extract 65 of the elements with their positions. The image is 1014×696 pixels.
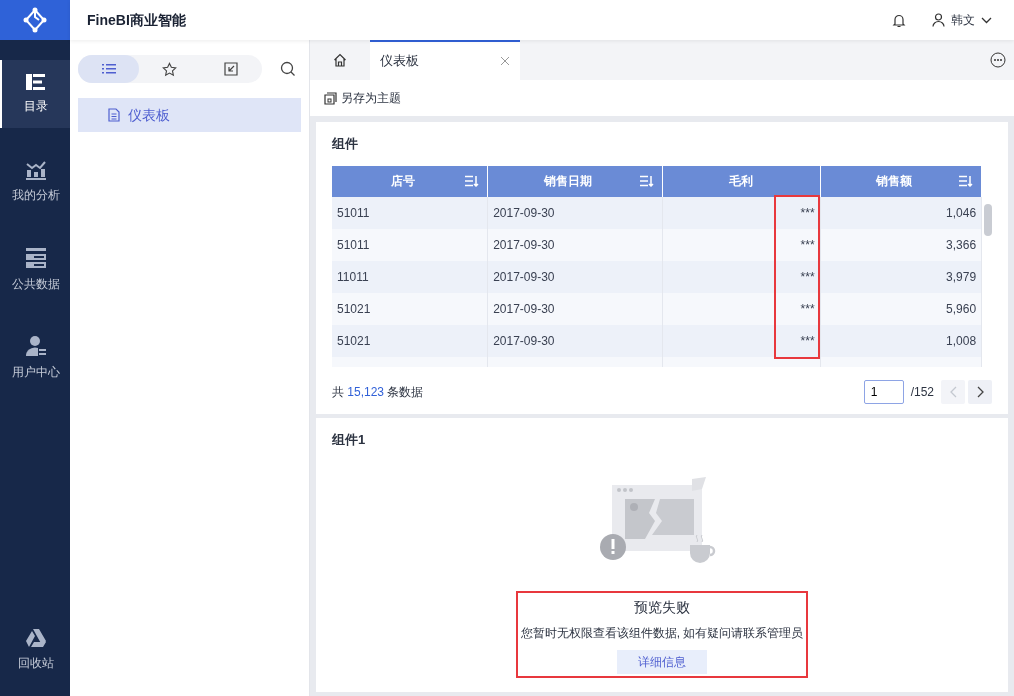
- table-cell: 1,008: [946, 333, 977, 348]
- search-icon[interactable]: [280, 61, 296, 77]
- user-icon: [932, 13, 945, 27]
- table-cell: 2017-09-30: [493, 301, 555, 316]
- nav-item[interactable]: 公共数据: [0, 236, 70, 304]
- table-cell: 2017-09-30: [493, 333, 555, 348]
- nav-item[interactable]: 我的分析: [0, 148, 70, 216]
- error-title: 预览失败: [633, 598, 691, 617]
- table-cell: ***: [800, 333, 815, 348]
- sort-icon[interactable]: [465, 175, 480, 187]
- app-title: FineBI商业智能: [87, 10, 186, 30]
- list-icon: [25, 73, 47, 91]
- table-cell: ***: [800, 269, 815, 284]
- table-cell: 51011: [337, 237, 370, 252]
- user-name: 韩文: [951, 12, 975, 29]
- bell-icon[interactable]: [892, 12, 906, 28]
- nav-item[interactable]: 回收站: [0, 616, 70, 684]
- table-cell: 5,960: [946, 301, 977, 316]
- triangle-logo-icon: [25, 628, 47, 648]
- sort-icon[interactable]: [959, 175, 974, 187]
- save-as-theme-button[interactable]: 另存为主题: [324, 89, 401, 107]
- chevron-down-icon: [981, 16, 992, 24]
- tab[interactable]: 仪表板: [370, 40, 520, 80]
- nav-item[interactable]: 用户中心: [0, 324, 70, 392]
- table-cell: ***: [800, 301, 815, 316]
- error-message: 您暂时无权限查看该组件数据, 如有疑问请联系管理员: [519, 625, 805, 642]
- save-icon: [324, 91, 337, 105]
- chevron-right-icon: [976, 385, 984, 398]
- user-menu[interactable]: 韩文: [932, 11, 992, 29]
- table-cell: 3,979: [946, 269, 977, 284]
- nav-item[interactable]: 目录: [0, 60, 70, 128]
- database-icon: [25, 247, 47, 269]
- home-icon: [333, 53, 347, 67]
- more-icon[interactable]: [990, 52, 1006, 68]
- widget-title: 组件: [332, 135, 359, 153]
- table-cell: 11011: [337, 269, 369, 284]
- chevron-left-icon: [949, 385, 957, 398]
- table-cell: 2017-09-30: [493, 269, 555, 284]
- table-cell: 51021: [337, 333, 371, 348]
- record-count: 共 15,123 条数据: [332, 383, 424, 401]
- details-button[interactable]: 详细信息: [617, 650, 707, 674]
- chart-icon: [25, 160, 47, 180]
- table-cell: ***: [800, 237, 815, 252]
- page-total: /152: [910, 383, 934, 401]
- close-icon[interactable]: [500, 56, 510, 66]
- document-icon: [108, 108, 120, 122]
- star-icon: [162, 61, 178, 77]
- scrollbar[interactable]: [984, 203, 992, 236]
- sidebar-tab[interactable]: [78, 55, 140, 83]
- table-cell: 3,366: [946, 237, 977, 252]
- list-icon: [101, 63, 116, 75]
- table-cell: 1,046: [946, 205, 977, 220]
- table-cell: 2017-09-30: [493, 205, 555, 220]
- widget-title: 组件1: [332, 430, 367, 449]
- arrow-box-icon: [224, 62, 239, 76]
- page-input[interactable]: 1: [863, 379, 904, 404]
- app-logo[interactable]: [0, 0, 70, 40]
- next-page-button[interactable]: [968, 379, 992, 404]
- user-icon: [25, 335, 47, 357]
- table-cell: 2017-09-30: [493, 237, 555, 252]
- table-cell: 51011: [337, 205, 370, 220]
- table-cell: ***: [800, 205, 815, 220]
- table-cell: 51021: [337, 301, 371, 316]
- sidebar-item[interactable]: 仪表板: [78, 98, 301, 132]
- sort-icon[interactable]: [640, 175, 655, 187]
